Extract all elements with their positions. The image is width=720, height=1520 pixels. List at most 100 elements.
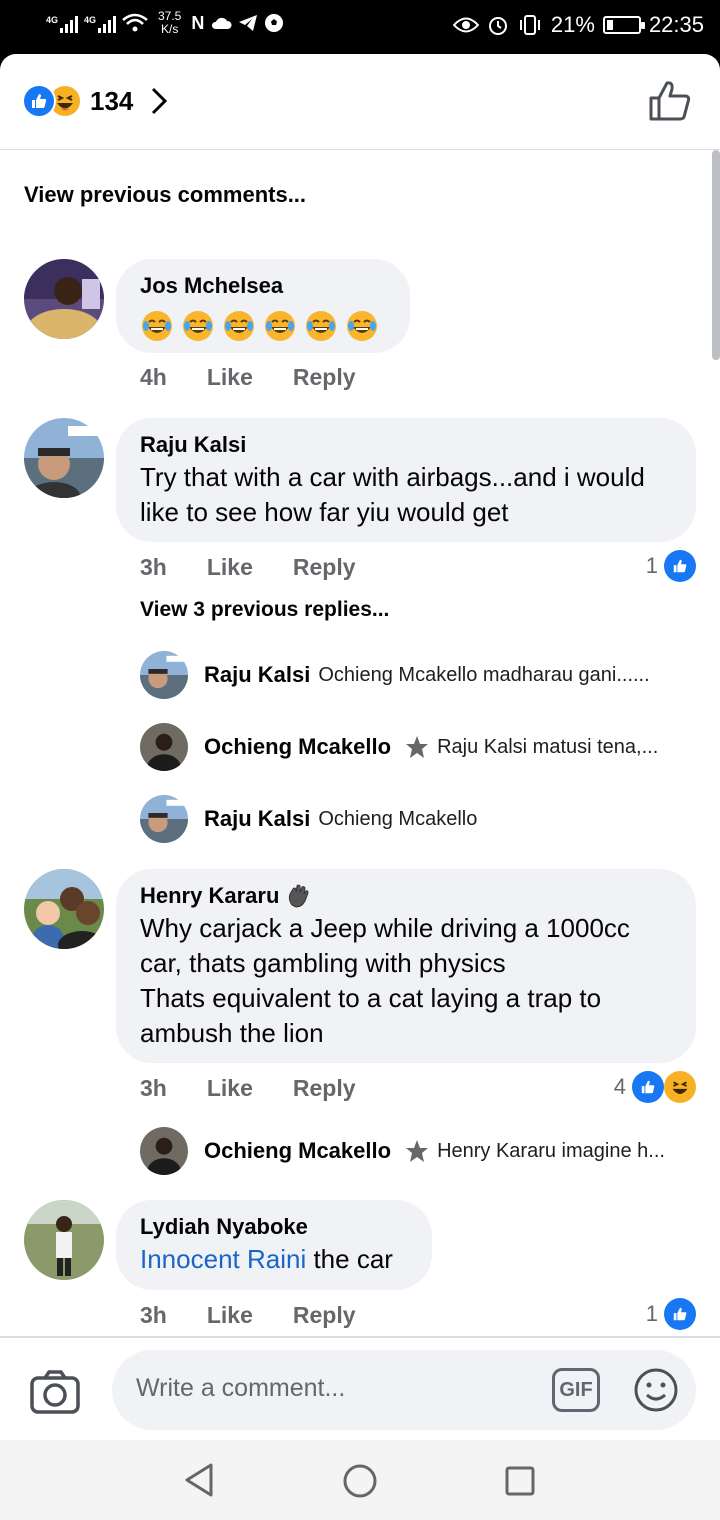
comment-actions: 3h Like Reply	[140, 1302, 356, 1329]
battery-percent: 21%	[550, 12, 595, 37]
comment-text: Innocent Raini the car	[140, 1242, 408, 1277]
like-button[interactable]: Like	[207, 364, 253, 391]
comment-author[interactable]: Raju Kalsi	[140, 430, 672, 460]
comment-reaction-count: 4	[613, 1074, 626, 1099]
network-type-label-2: 4G	[84, 15, 97, 25]
network-type-label: 4G	[46, 15, 59, 25]
reply-button[interactable]: Reply	[293, 364, 356, 391]
alarm-icon	[488, 17, 507, 35]
scrollbar[interactable]	[712, 150, 720, 360]
system-navigation-bar	[0, 1440, 720, 1520]
avatar[interactable]	[24, 259, 104, 339]
comment-bubble[interactable]: Lydiah Nyaboke Innocent Raini the car	[116, 1200, 432, 1290]
gif-button[interactable]: GIF	[552, 1368, 600, 1412]
comment-bubble[interactable]: Henry Kararu Why carjack a Jeep while dr…	[116, 869, 696, 1063]
comment-reactions[interactable]: 1	[646, 1298, 696, 1330]
like-button[interactable]: Like	[207, 1075, 253, 1102]
comment-actions: 4h Like Reply	[140, 364, 356, 391]
reply-author[interactable]: Raju Kalsi	[204, 806, 310, 832]
reply-preview[interactable]: Ochieng Mcakello Raju Kalsi matusi tena,…	[140, 723, 658, 771]
reply-preview[interactable]: Raju Kalsi Ochieng Mcakello madharau gan…	[140, 651, 650, 699]
comment-text-line: ambush the lion	[140, 1018, 324, 1048]
reply-preview[interactable]: Raju Kalsi Ochieng Mcakello	[140, 795, 477, 843]
reaction-count: 134	[90, 85, 134, 116]
eye-icon	[452, 17, 479, 33]
avatar[interactable]	[140, 795, 188, 843]
like-button[interactable]: Like	[207, 554, 253, 581]
top-fan-badge-icon	[406, 1140, 429, 1162]
reply-author[interactable]: Raju Kalsi	[204, 662, 310, 688]
cloud-icon	[212, 17, 232, 29]
chevron-right-icon	[152, 87, 168, 115]
comment-author[interactable]: Henry Kararu	[140, 881, 279, 911]
reply-button[interactable]: Reply	[293, 554, 356, 581]
like-icon	[632, 1071, 664, 1103]
reply-text: Ochieng Mcakello madharau gani......	[318, 663, 650, 686]
reactions-header: 134	[0, 54, 720, 150]
reply-button[interactable]: Reply	[293, 1075, 356, 1102]
like-icon	[22, 84, 56, 118]
comment-actions: 3h Like Reply	[140, 554, 356, 581]
recent-apps-icon[interactable]	[505, 1466, 535, 1496]
tears-of-joy-emoji-icon	[224, 311, 254, 341]
reply-text: Ochieng Mcakello	[318, 807, 478, 830]
reply-preview[interactable]: Ochieng Mcakello Henry Kararu imagine h.…	[140, 1127, 665, 1175]
avatar[interactable]	[24, 869, 104, 949]
soccer-ball-icon	[265, 14, 284, 32]
signal-icon-2: 4G	[84, 13, 116, 33]
comment-text-line: Why carjack a Jeep while driving a 1000c…	[140, 913, 630, 943]
comment-bubble[interactable]: Raju Kalsi Try that with a car with airb…	[116, 418, 696, 542]
tears-of-joy-emoji-icon	[142, 311, 172, 341]
like-outline-icon[interactable]	[648, 80, 692, 122]
comment-time: 3h	[140, 1302, 167, 1328]
view-previous-comments-link[interactable]: View previous comments...	[24, 182, 306, 208]
comment-text-tail: the car	[306, 1244, 393, 1274]
emoji-picker-icon[interactable]	[632, 1366, 680, 1414]
reactions-summary[interactable]: 134	[22, 84, 168, 118]
like-icon	[664, 1298, 696, 1330]
comment-composer: Write a comment... GIF	[0, 1336, 720, 1440]
clock: 22:35	[648, 12, 704, 37]
comment-input-placeholder: Write a comment...	[136, 1374, 346, 1402]
battery-icon	[602, 16, 645, 34]
comment-actions: 3h Like Reply	[140, 1075, 356, 1102]
n-notification-icon: N	[191, 12, 205, 33]
mention-link[interactable]: Innocent Raini	[140, 1244, 306, 1274]
reply-text: Raju Kalsi matusi tena,...	[437, 735, 659, 758]
network-speed-unit: K/s	[161, 22, 179, 36]
waving-hand-icon	[289, 884, 309, 908]
home-icon[interactable]	[343, 1464, 377, 1498]
comment-text-line: car, thats gambling with physics	[140, 948, 506, 978]
comment-author[interactable]: Lydiah Nyaboke	[140, 1212, 408, 1242]
haha-icon	[664, 1071, 696, 1103]
avatar[interactable]	[140, 723, 188, 771]
avatar[interactable]	[24, 1200, 104, 1280]
telegram-icon	[239, 15, 258, 31]
comment-bubble[interactable]: Jos Mchelsea	[116, 259, 410, 353]
avatar[interactable]	[140, 651, 188, 699]
reply-author[interactable]: Ochieng Mcakello	[204, 1138, 391, 1164]
comment-text-line: like to see how far yiu would get	[140, 497, 509, 527]
back-icon[interactable]	[183, 1462, 215, 1498]
reply-author[interactable]: Ochieng Mcakello	[204, 734, 391, 760]
avatar[interactable]	[24, 418, 104, 498]
top-fan-badge-icon	[406, 736, 429, 758]
comment-reaction-count: 1	[645, 553, 658, 578]
comment-reactions[interactable]: 1	[646, 550, 696, 582]
tears-of-joy-emoji-icon	[306, 311, 336, 341]
comment-time: 3h	[140, 1075, 167, 1101]
camera-icon[interactable]	[30, 1370, 80, 1414]
network-speed: 37.5 K/s	[158, 10, 181, 36]
view-previous-replies-link[interactable]: View 3 previous replies...	[140, 598, 389, 622]
avatar[interactable]	[140, 1127, 188, 1175]
comment-author-row: Henry Kararu	[140, 881, 672, 911]
comment-input[interactable]: Write a comment... GIF	[112, 1350, 696, 1430]
comment-reactions[interactable]: 4	[614, 1071, 696, 1103]
comment-author[interactable]: Jos Mchelsea	[140, 271, 386, 301]
like-button[interactable]: Like	[207, 1302, 253, 1329]
like-icon	[664, 550, 696, 582]
tears-of-joy-emoji-icon	[265, 311, 295, 341]
signal-icon: 4G	[46, 13, 78, 33]
reply-button[interactable]: Reply	[293, 1302, 356, 1329]
reply-text: Henry Kararu imagine h...	[437, 1139, 665, 1162]
